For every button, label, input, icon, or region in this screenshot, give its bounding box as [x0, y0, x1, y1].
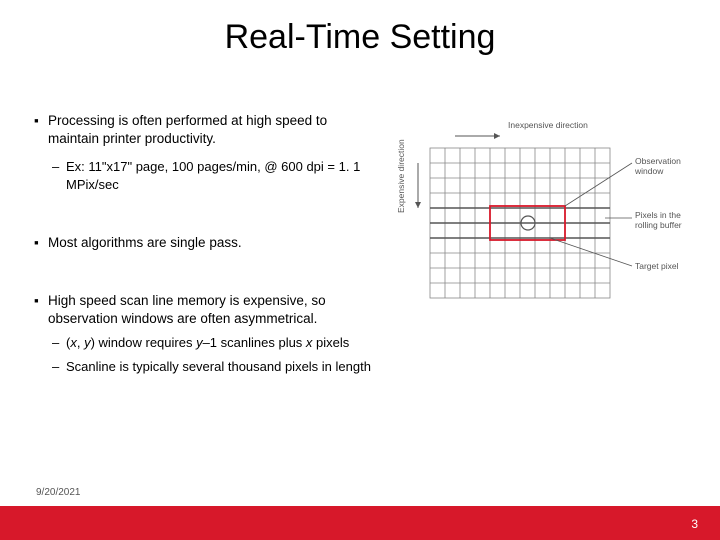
bullet-text: (x, y) window requires y–1 scanlines plu…: [66, 334, 349, 352]
square-bullet-icon: ▪: [34, 234, 48, 252]
fig-label-rolling-buffer: Pixels in the rolling buffer: [635, 210, 705, 230]
sub-bullet-item: – Scanline is typically several thousand…: [52, 358, 374, 376]
sub-bullet-item: – Ex: 11"x17" page, 100 pages/min, @ 600…: [52, 158, 374, 193]
fig-label-obs-window: Observation window: [635, 156, 705, 176]
bullet-item: ▪ Most algorithms are single pass.: [34, 234, 374, 252]
bullet-item: ▪ High speed scan line memory is expensi…: [34, 292, 374, 328]
bullet-text: Processing is often performed at high sp…: [48, 112, 374, 148]
footer-bar: 3: [0, 506, 720, 540]
page-number: 3: [691, 517, 698, 531]
square-bullet-icon: ▪: [34, 292, 48, 328]
bullet-item: ▪ Processing is often performed at high …: [34, 112, 374, 148]
dash-bullet-icon: –: [52, 158, 66, 193]
dash-bullet-icon: –: [52, 358, 66, 376]
square-bullet-icon: ▪: [34, 112, 48, 148]
slide-title: Real-Time Setting: [0, 0, 720, 57]
fig-label-expensive: Expensive direction: [396, 139, 406, 213]
bullet-text: High speed scan line memory is expensive…: [48, 292, 374, 328]
diagram-figure: Inexpensive direction Expensive directio…: [400, 118, 700, 318]
bullet-text: Most algorithms are single pass.: [48, 234, 242, 252]
bullet-text: Scanline is typically several thousand p…: [66, 358, 371, 376]
dash-bullet-icon: –: [52, 334, 66, 352]
body-text: ▪ Processing is often performed at high …: [34, 112, 374, 381]
slide: Real-Time Setting ▪ Processing is often …: [0, 0, 720, 540]
sub-bullet-item: – (x, y) window requires y–1 scanlines p…: [52, 334, 374, 352]
footer-date: 9/20/2021: [36, 487, 81, 498]
bullet-text: Ex: 11"x17" page, 100 pages/min, @ 600 d…: [66, 158, 374, 193]
fig-label-inexpensive: Inexpensive direction: [508, 120, 588, 130]
fig-label-target-pixel: Target pixel: [635, 261, 705, 271]
